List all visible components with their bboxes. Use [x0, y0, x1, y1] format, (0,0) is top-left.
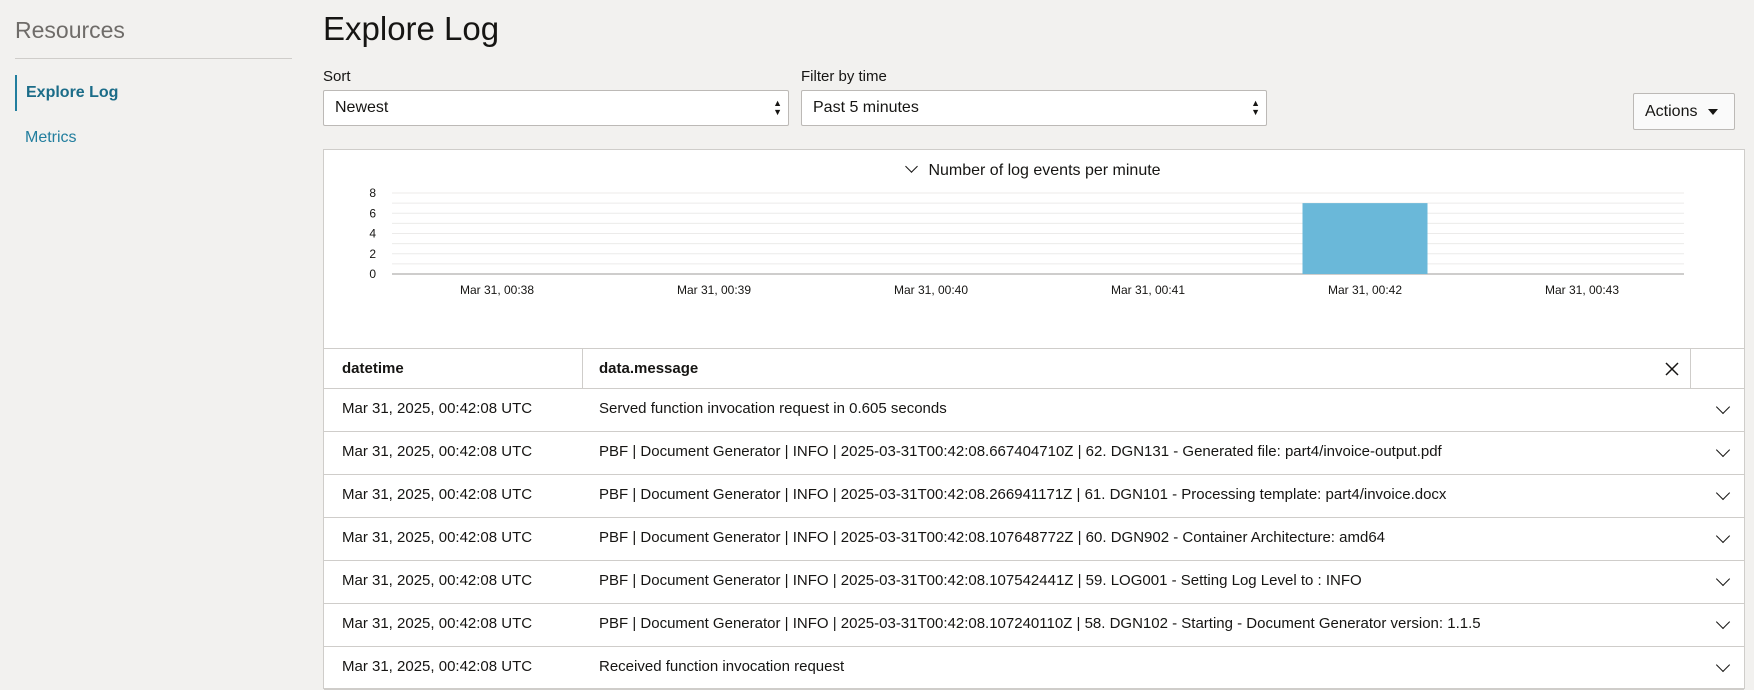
- y-tick-label: 2: [369, 247, 376, 261]
- select-arrows-icon: ▲ ▼: [1251, 98, 1260, 117]
- filter-label: Filter by time: [801, 68, 887, 85]
- actions-label: Actions: [1645, 103, 1698, 120]
- chevron-down-icon[interactable]: [1715, 485, 1731, 501]
- x-tick-label: Mar 31, 00:43: [1545, 283, 1619, 297]
- x-tick-label: Mar 31, 00:39: [677, 283, 751, 297]
- sort-label: Sort: [323, 68, 351, 85]
- row-message: PBF | Document Generator | INFO | 2025-0…: [599, 615, 1481, 632]
- chevron-down-icon[interactable]: [1715, 399, 1731, 415]
- sidebar: Resources Explore Log Metrics: [15, 0, 292, 156]
- row-datetime: Mar 31, 2025, 00:42:08 UTC: [342, 615, 533, 632]
- x-tick-label: Mar 31, 00:38: [460, 283, 534, 297]
- table-row[interactable]: Mar 31, 2025, 00:42:08 UTC Received funct…: [324, 647, 1744, 690]
- sidebar-title: Resources: [15, 17, 292, 59]
- y-tick-label: 8: [369, 186, 376, 200]
- table-header: datetime data.message: [324, 348, 1744, 389]
- row-datetime: Mar 31, 2025, 00:42:08 UTC: [342, 486, 533, 503]
- row-message: PBF | Document Generator | INFO | 2025-0…: [599, 529, 1386, 546]
- y-tick-label: 0: [369, 267, 376, 281]
- column-header-datetime[interactable]: datetime: [342, 360, 404, 377]
- row-message: Served function invocation request in 0.…: [599, 400, 947, 417]
- x-tick-label: Mar 31, 00:40: [894, 283, 968, 297]
- table-row[interactable]: Mar 31, 2025, 00:42:08 UTC PBF | Document…: [324, 561, 1744, 604]
- row-datetime: Mar 31, 2025, 00:42:08 UTC: [342, 443, 533, 460]
- sidebar-item-explore-log[interactable]: Explore Log: [15, 75, 292, 111]
- row-datetime: Mar 31, 2025, 00:42:08 UTC: [342, 529, 533, 546]
- bar: [1302, 203, 1428, 274]
- row-message: PBF | Document Generator | INFO | 2025-0…: [599, 572, 1362, 589]
- row-datetime: Mar 31, 2025, 00:42:08 UTC: [342, 658, 533, 675]
- table-row[interactable]: Mar 31, 2025, 00:42:08 UTC PBF | Document…: [324, 518, 1744, 561]
- chevron-down-icon[interactable]: [1715, 657, 1731, 673]
- sidebar-item-metrics[interactable]: Metrics: [15, 120, 292, 156]
- chart-title: Number of log events per minute: [928, 162, 1161, 179]
- select-arrows-icon: ▲ ▼: [773, 98, 782, 117]
- row-datetime: Mar 31, 2025, 00:42:08 UTC: [342, 572, 533, 589]
- y-tick-label: 6: [369, 206, 376, 220]
- x-tick-label: Mar 31, 00:42: [1328, 283, 1402, 297]
- table-row[interactable]: Mar 31, 2025, 00:42:08 UTC PBF | Document…: [324, 604, 1744, 647]
- close-icon[interactable]: [1664, 361, 1680, 377]
- sort-select[interactable]: Newest ▲ ▼: [323, 90, 789, 126]
- main-content: Explore Log Sort Newest ▲ ▼ Filter by tim…: [323, 0, 1745, 690]
- sort-select-value: Newest: [335, 99, 389, 116]
- chevron-down-icon[interactable]: [1715, 442, 1731, 458]
- filter-select-value: Past 5 minutes: [813, 99, 919, 116]
- chevron-down-icon[interactable]: [1715, 614, 1731, 630]
- column-divider[interactable]: [582, 349, 583, 388]
- y-tick-label: 4: [369, 227, 376, 241]
- table-row[interactable]: Mar 31, 2025, 00:42:08 UTC PBF | Document…: [324, 475, 1744, 518]
- row-message: PBF | Document Generator | INFO | 2025-0…: [599, 443, 1442, 460]
- table-row[interactable]: Mar 31, 2025, 00:42:08 UTC Served functio…: [324, 389, 1744, 432]
- chevron-down-icon: [905, 160, 919, 173]
- column-header-message[interactable]: data.message: [599, 360, 698, 377]
- column-divider: [1690, 349, 1691, 388]
- x-tick-label: Mar 31, 00:41: [1111, 283, 1185, 297]
- page-title: Explore Log: [323, 10, 500, 47]
- chevron-down-icon[interactable]: [1715, 571, 1731, 587]
- events-bar-chart: 0 2 4 6 8 Mar 31, 00:38 Mar 31, 00:39 Mar 31, 0…: [369, 186, 1684, 297]
- actions-button[interactable]: Actions: [1633, 93, 1735, 130]
- chart-toggle[interactable]: Number of log events per minute: [324, 160, 1744, 180]
- filter-time-select[interactable]: Past 5 minutes ▲ ▼: [801, 90, 1267, 126]
- chevron-down-icon[interactable]: [1715, 528, 1731, 544]
- table-row[interactable]: Mar 31, 2025, 00:42:08 UTC PBF | Document…: [324, 432, 1744, 475]
- caret-down-icon: [1708, 109, 1718, 115]
- row-message: PBF | Document Generator | INFO | 2025-0…: [599, 486, 1447, 503]
- row-datetime: Mar 31, 2025, 00:42:08 UTC: [342, 400, 533, 417]
- log-panel: Number of log events per minute 0 2 4 6 8 Mar…: [323, 149, 1745, 690]
- row-message: Received function invocation request: [599, 658, 845, 675]
